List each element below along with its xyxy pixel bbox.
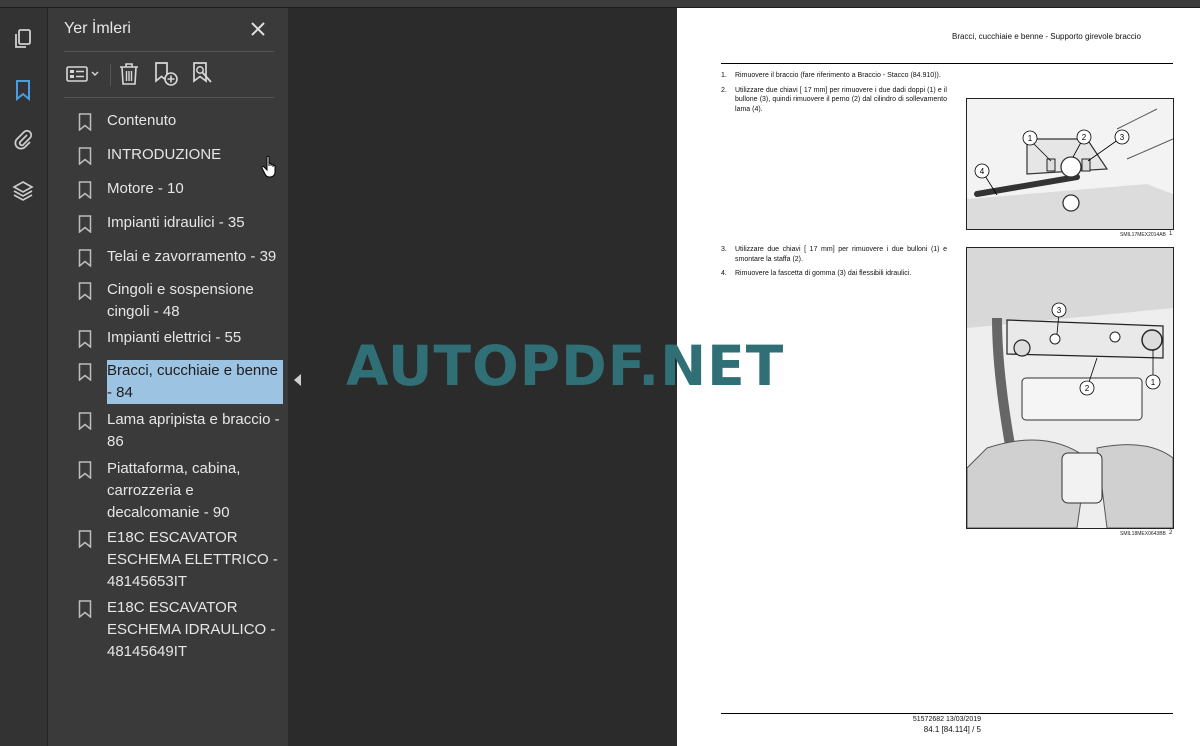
figure-1-caption: SMIL17MEX2014AB [1120, 232, 1166, 238]
footer-code: 51572682 13/03/2019 [912, 716, 981, 723]
footer-rule [721, 713, 1173, 714]
bookmark-icon[interactable] [8, 75, 38, 105]
bookmark-icon [78, 412, 92, 430]
options-icon[interactable] [64, 60, 102, 88]
bookmark-label: Contenuto [107, 112, 177, 129]
navigation-rail [0, 8, 48, 746]
bookmark-item-selected[interactable]: Bracci, cucchiaie e benne - 84 [78, 360, 288, 404]
bookmark-item[interactable]: Piattaforma, cabina, carrozzeria e decal… [78, 458, 288, 524]
watermark-text: AUTOPDF.NET [346, 334, 785, 398]
bookmark-item[interactable]: Cingoli e sospensione cingoli - 48 [78, 279, 288, 323]
bookmark-icon [78, 530, 92, 548]
footer-page-number: 84.1 [84.114] / 5 [923, 725, 981, 734]
bookmarks-toolbar [64, 60, 274, 90]
bookmark-item[interactable]: E18C ESCAVATOR ESCHEMA ELETTRICO - 48145… [78, 527, 288, 593]
bookmark-icon [78, 282, 92, 300]
callout-label: 2 [1085, 384, 1090, 393]
bookmark-label: INTRODUZIONE [107, 146, 222, 163]
figure-2-caption: SMIL18MEX0643BB [1120, 531, 1166, 537]
steps-group-b: 3. Utilizzare due chiavi [ 17 mm] per rim… [721, 245, 947, 284]
callout-label: 1 [1151, 378, 1156, 387]
bookmark-icon [78, 181, 92, 199]
collapse-panel-icon[interactable] [290, 366, 306, 394]
find-bookmark-icon[interactable] [190, 60, 218, 88]
bookmark-label: Motore - 10 [107, 180, 184, 197]
callout-label: 3 [1120, 133, 1125, 142]
header-rule [721, 63, 1173, 64]
bookmark-item[interactable]: E18C ESCAVATOR ESCHEMA IDRAULICO - 48145… [78, 597, 288, 663]
bookmark-label: E18C ESCAVATOR ESCHEMA ELETTRICO - 48145… [107, 529, 278, 590]
bookmark-item[interactable]: INTRODUZIONE [78, 144, 288, 168]
step: 2. Utilizzare due chiavi [ 17 mm] per rim… [721, 86, 947, 113]
callout-label: 4 [980, 167, 985, 176]
bookmark-icon [78, 363, 92, 381]
add-bookmark-icon[interactable] [152, 60, 180, 88]
toolbar-divider-line [64, 97, 274, 98]
bookmark-icon [78, 600, 92, 618]
bookmark-label: Cingoli e sospensione cingoli - 48 [107, 281, 254, 320]
bookmark-icon [78, 461, 92, 479]
bookmark-icon [78, 113, 92, 131]
page-header: Bracci, cucchiaie e benne - Supporto gir… [952, 32, 1141, 41]
steps-group-a: 1. Rimuovere il braccio (fare riferimento… [721, 71, 947, 119]
bookmark-item[interactable]: Lama apripista e braccio - 86 [78, 409, 288, 453]
toolbar-divider [110, 64, 111, 86]
bookmark-item[interactable]: Impianti elettrici - 55 [78, 327, 288, 351]
bookmark-item[interactable]: Contenuto [78, 110, 288, 134]
callout-label: 3 [1057, 306, 1062, 315]
bookmark-label: Telai e zavorramento - 39 [107, 248, 277, 265]
bookmark-icon [78, 330, 92, 348]
figure-2-number: 2 [1169, 530, 1173, 536]
bookmark-icon [78, 215, 92, 233]
bookmarks-panel: Yer İmleri Contenuto INTRODUZIONE Motore… [48, 8, 288, 746]
bookmark-label: Piattaforma, cabina, carrozzeria e decal… [107, 460, 241, 521]
bookmark-icon [78, 249, 92, 267]
bookmark-icon [78, 147, 92, 165]
panel-divider [64, 51, 274, 52]
step: 1. Rimuovere il braccio (fare riferimento… [721, 72, 941, 79]
hand-cursor-icon [261, 155, 276, 178]
bookmark-label: Bracci, cucchiaie e benne - 84 [107, 360, 283, 404]
figure-1: 1 2 3 4 [966, 98, 1174, 230]
step: 3. Utilizzare due chiavi [ 17 mm] per rim… [721, 246, 947, 263]
bookmark-item[interactable]: Impianti idraulici - 35 [78, 212, 288, 236]
callout-label: 2 [1082, 133, 1087, 142]
layers-icon[interactable] [8, 175, 38, 205]
step: 4. Rimuovere la fascetta di gomma (3) dai… [721, 270, 912, 277]
bookmark-item[interactable]: Motore - 10 [78, 178, 288, 202]
close-icon[interactable] [246, 17, 270, 41]
attachment-icon[interactable] [8, 124, 38, 154]
bookmark-label: Lama apripista e braccio - 86 [107, 411, 280, 450]
top-strip [0, 0, 1200, 8]
pages-icon[interactable] [8, 24, 38, 54]
figure-1-number: 1 [1169, 231, 1173, 237]
bookmark-item[interactable]: Telai e zavorramento - 39 [78, 246, 288, 270]
bookmark-label: Impianti idraulici - 35 [107, 214, 245, 231]
bookmark-label: E18C ESCAVATOR ESCHEMA IDRAULICO - 48145… [107, 599, 276, 660]
figure-2: 3 2 1 [966, 247, 1174, 529]
callout-label: 1 [1028, 134, 1033, 143]
bookmark-label: Impianti elettrici - 55 [107, 329, 242, 346]
delete-icon[interactable] [116, 60, 142, 88]
panel-title: Yer İmleri [64, 20, 131, 37]
